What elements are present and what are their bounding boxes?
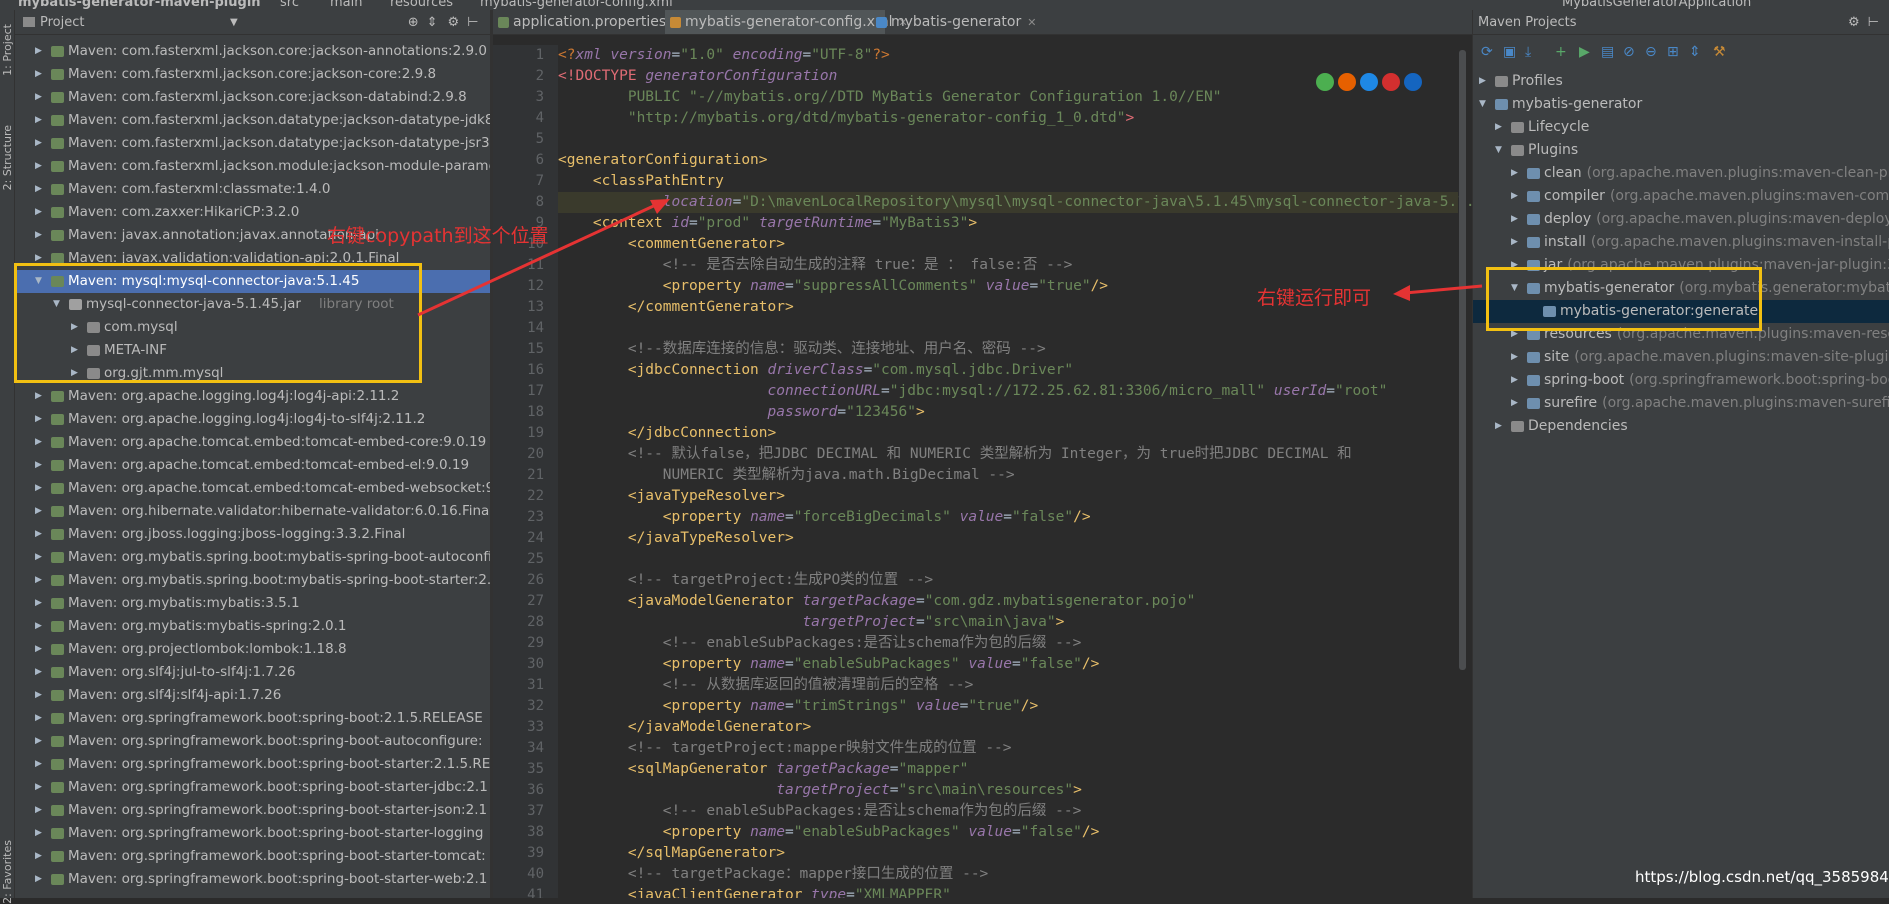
- arrow-line-left: [417, 201, 661, 317]
- annotation-arrows: [417, 199, 1483, 317]
- arrow-line-right: [1404, 284, 1483, 295]
- watermark: https://blog.csdn.net/qq_35859844: [1635, 868, 1889, 886]
- arrow-head-right: [1393, 285, 1410, 301]
